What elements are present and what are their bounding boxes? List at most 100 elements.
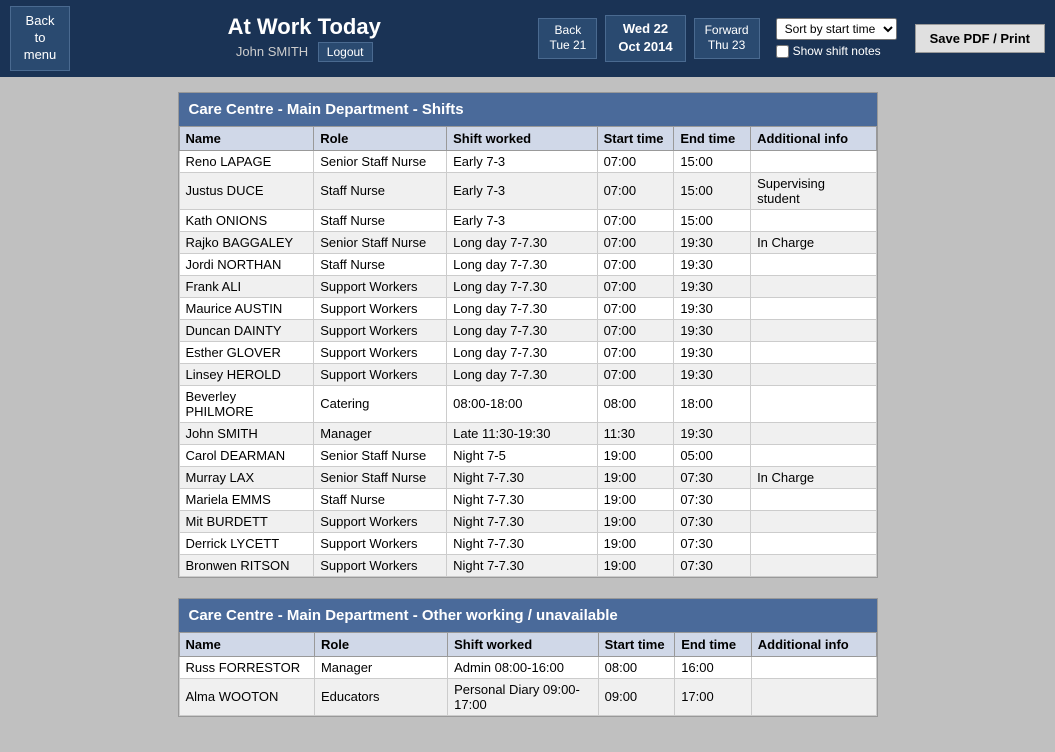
table-row: Esther GLOVERSupport WorkersLong day 7-7…	[179, 341, 876, 363]
cell-shift: Night 7-7.30	[447, 510, 597, 532]
cell-name: Jordi NORTHAN	[179, 253, 314, 275]
col-header-shift-worked: Shift worked	[447, 126, 597, 150]
cell-end: 19:30	[674, 363, 751, 385]
col-header-name: Name	[179, 632, 314, 656]
cell-info	[751, 422, 876, 444]
shift-notes-row: Show shift notes	[776, 44, 897, 58]
cell-start: 07:00	[597, 231, 674, 253]
cell-shift: Early 7-3	[447, 209, 597, 231]
cell-start: 07:00	[597, 363, 674, 385]
cell-info	[751, 385, 876, 422]
cell-info	[751, 253, 876, 275]
col-header-role: Role	[314, 632, 447, 656]
date-line2: Oct 2014	[618, 38, 672, 56]
cell-info	[751, 678, 876, 715]
cell-name: Reno LAPAGE	[179, 150, 314, 172]
back-to-menu-button[interactable]: Back to menu	[10, 6, 70, 71]
cell-role: Staff Nurse	[314, 172, 447, 209]
table-row: Mariela EMMSStaff NurseNight 7-7.3019:00…	[179, 488, 876, 510]
cell-info	[751, 554, 876, 576]
cell-end: 19:30	[674, 422, 751, 444]
section-shifts: Care Centre - Main Department - ShiftsNa…	[178, 92, 878, 578]
section-header-other: Care Centre - Main Department - Other wo…	[179, 599, 877, 632]
cell-role: Support Workers	[314, 297, 447, 319]
col-header-shift-worked: Shift worked	[448, 632, 598, 656]
cell-end: 07:30	[674, 554, 751, 576]
cell-role: Catering	[314, 385, 447, 422]
cell-end: 07:30	[674, 510, 751, 532]
cell-name: Derrick LYCETT	[179, 532, 314, 554]
cell-end: 19:30	[674, 319, 751, 341]
nav-back-button[interactable]: Back Tue 21	[538, 18, 597, 59]
cell-end: 19:30	[674, 341, 751, 363]
cell-info	[751, 209, 876, 231]
cell-start: 07:00	[597, 297, 674, 319]
cell-shift: Long day 7-7.30	[447, 231, 597, 253]
cell-name: Beverley PHILMORE	[179, 385, 314, 422]
cell-start: 19:00	[597, 444, 674, 466]
cell-name: Bronwen RITSON	[179, 554, 314, 576]
cell-start: 08:00	[597, 385, 674, 422]
cell-start: 07:00	[597, 253, 674, 275]
header-title-section: At Work Today John SMITH Logout	[78, 14, 530, 62]
cell-role: Staff Nurse	[314, 209, 447, 231]
cell-shift: Long day 7-7.30	[447, 363, 597, 385]
cell-end: 19:30	[674, 231, 751, 253]
cell-end: 15:00	[674, 150, 751, 172]
cell-role: Support Workers	[314, 275, 447, 297]
table-row: Alma WOOTONEducatorsPersonal Diary 09:00…	[179, 678, 876, 715]
table-row: Duncan DAINTYSupport WorkersLong day 7-7…	[179, 319, 876, 341]
cell-start: 19:00	[597, 554, 674, 576]
cell-role: Senior Staff Nurse	[314, 231, 447, 253]
table-row: Russ FORRESTORManagerAdmin 08:00-16:0008…	[179, 656, 876, 678]
cell-info: Supervising student	[751, 172, 876, 209]
sort-select[interactable]: Sort by start timeSort by nameSort by ro…	[776, 18, 897, 40]
nav-forward-button[interactable]: Forward Thu 23	[694, 18, 760, 59]
cell-info	[751, 510, 876, 532]
cell-shift: Long day 7-7.30	[447, 253, 597, 275]
table-row: Reno LAPAGESenior Staff NurseEarly 7-307…	[179, 150, 876, 172]
cell-shift: Early 7-3	[447, 172, 597, 209]
section-header-shifts: Care Centre - Main Department - Shifts	[179, 93, 877, 126]
cell-start: 07:00	[597, 319, 674, 341]
cell-role: Support Workers	[314, 510, 447, 532]
cell-info	[751, 297, 876, 319]
cell-role: Support Workers	[314, 554, 447, 576]
cell-role: Senior Staff Nurse	[314, 466, 447, 488]
cell-name: Justus DUCE	[179, 172, 314, 209]
cell-info	[751, 444, 876, 466]
cell-end: 05:00	[674, 444, 751, 466]
cell-role: Staff Nurse	[314, 488, 447, 510]
cell-end: 07:30	[674, 532, 751, 554]
cell-info: In Charge	[751, 231, 876, 253]
table-row: Maurice AUSTINSupport WorkersLong day 7-…	[179, 297, 876, 319]
table-row: Murray LAXSenior Staff NurseNight 7-7.30…	[179, 466, 876, 488]
cell-shift: Long day 7-7.30	[447, 275, 597, 297]
cell-info	[751, 150, 876, 172]
cell-shift: Night 7-7.30	[447, 532, 597, 554]
col-header-role: Role	[314, 126, 447, 150]
user-name: John SMITH	[236, 44, 308, 59]
cell-shift: Long day 7-7.30	[447, 297, 597, 319]
table-row: Jordi NORTHANStaff NurseLong day 7-7.300…	[179, 253, 876, 275]
cell-end: 15:00	[674, 209, 751, 231]
shift-notes-checkbox[interactable]	[776, 45, 789, 58]
cell-end: 18:00	[674, 385, 751, 422]
cell-start: 08:00	[598, 656, 675, 678]
cell-start: 07:00	[597, 150, 674, 172]
cell-start: 19:00	[597, 488, 674, 510]
cell-info	[751, 488, 876, 510]
cell-name: Mit BURDETT	[179, 510, 314, 532]
cell-shift: Night 7-5	[447, 444, 597, 466]
cell-info	[751, 363, 876, 385]
cell-name: John SMITH	[179, 422, 314, 444]
save-pdf-button[interactable]: Save PDF / Print	[915, 24, 1045, 53]
cell-start: 07:00	[597, 172, 674, 209]
cell-shift: Admin 08:00-16:00	[448, 656, 598, 678]
cell-info	[751, 319, 876, 341]
cell-info: In Charge	[751, 466, 876, 488]
cell-shift: 08:00-18:00	[447, 385, 597, 422]
logout-button[interactable]: Logout	[318, 42, 373, 62]
cell-shift: Long day 7-7.30	[447, 341, 597, 363]
col-header-additional-info: Additional info	[751, 632, 876, 656]
